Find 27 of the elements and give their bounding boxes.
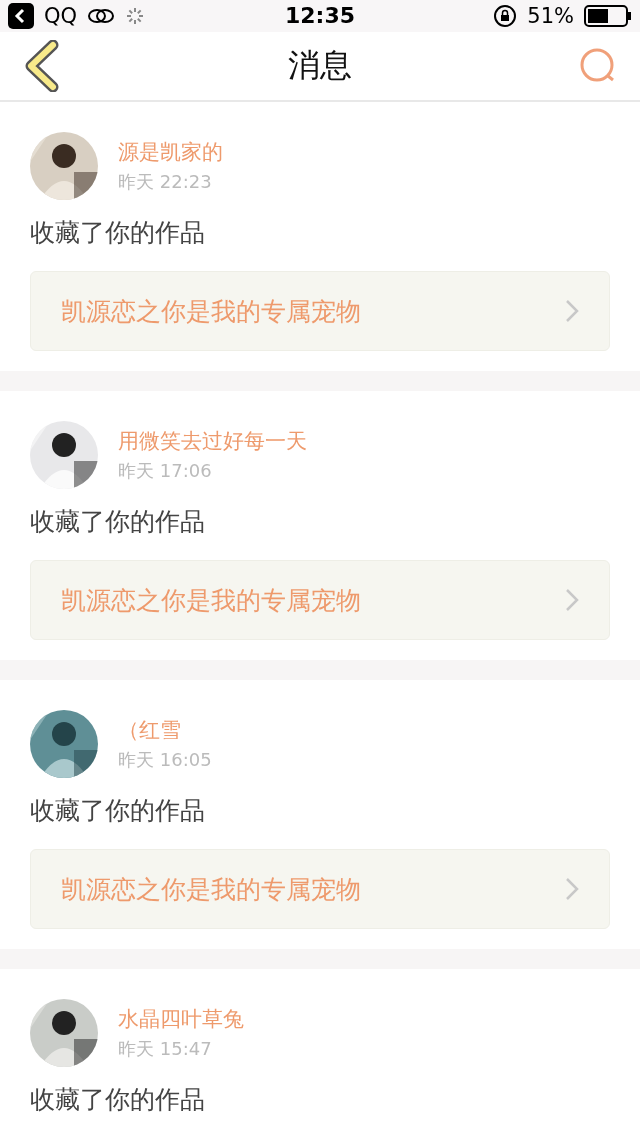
message-text: 收藏了你的作品 — [30, 795, 206, 827]
message-text: 收藏了你的作品 — [30, 506, 206, 538]
back-app-icon[interactable] — [8, 2, 34, 29]
work-link[interactable]: 凯源恋之你是我的专属宠物 — [30, 560, 610, 640]
battery-percent: 51% — [527, 3, 574, 28]
message-text: 收藏了你的作品 — [30, 1084, 206, 1116]
message-time: 昨天 17:06 — [118, 459, 213, 483]
user-name[interactable]: 水晶四叶草兔 — [118, 1005, 244, 1033]
spinner-icon — [125, 5, 146, 26]
link-icon — [87, 6, 116, 25]
user-name[interactable]: 用微笑去过好每一天 — [118, 427, 307, 455]
page-title: 消息 — [288, 44, 352, 86]
chevron-icon — [565, 877, 579, 901]
message-time: 昨天 15:47 — [118, 1037, 213, 1061]
message-text: 收藏了你的作品 — [30, 217, 206, 249]
status-time: 12:35 — [285, 3, 355, 29]
battery-icon — [584, 4, 632, 27]
back-app-label[interactable]: QQ — [44, 3, 78, 28]
message-time: 昨天 22:23 — [118, 170, 213, 194]
work-link[interactable]: 凯源恋之你是我的专属宠物 — [30, 271, 610, 351]
chevron-icon — [565, 299, 579, 323]
chevron-icon — [565, 588, 579, 612]
rotation-lock-icon — [493, 3, 518, 28]
work-link[interactable]: 凯源恋之你是我的专属宠物 — [30, 849, 610, 929]
user-name[interactable]: 源是凯家的 — [118, 138, 223, 166]
user-name[interactable]: （红雪 — [118, 716, 212, 744]
message-time: 昨天 16:05 — [118, 748, 212, 772]
